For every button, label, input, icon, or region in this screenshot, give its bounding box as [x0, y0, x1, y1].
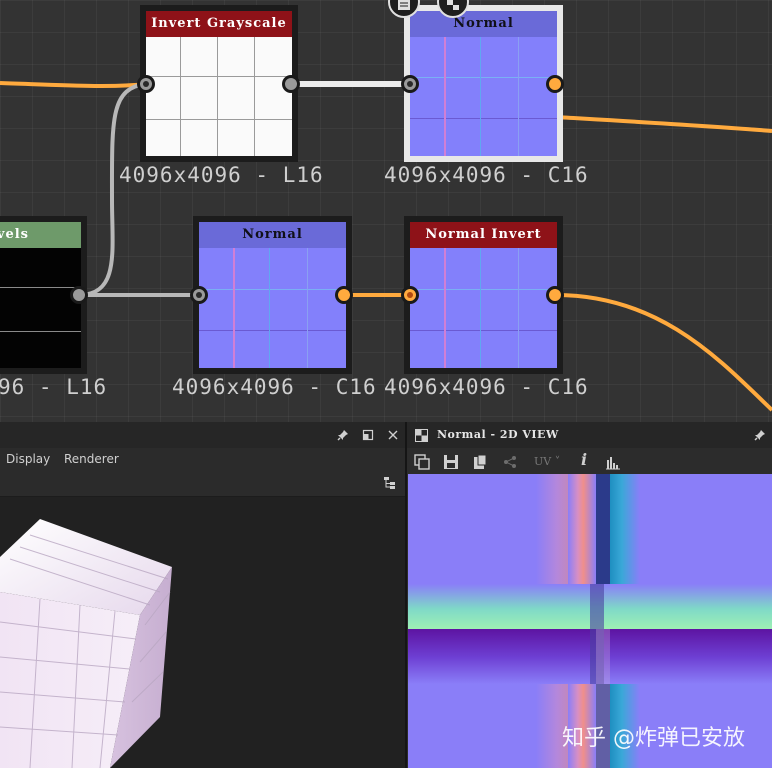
output-port[interactable]: [282, 75, 300, 93]
menu-bar: Display Renderer: [0, 448, 405, 470]
toolbar: [0, 470, 405, 497]
watermark: 知乎 @炸弹已安放: [562, 726, 745, 751]
close-icon[interactable]: [387, 429, 399, 445]
node-thumbnail: [199, 248, 346, 368]
node-info: 96 - L16: [0, 375, 108, 399]
3d-viewport[interactable]: [0, 497, 405, 768]
histogram-icon[interactable]: [605, 454, 621, 474]
node-normal-selected[interactable]: Normal: [404, 5, 563, 162]
node-title: vels: [0, 222, 81, 248]
scene-tree-icon[interactable]: [383, 476, 397, 494]
share-icon: [502, 454, 518, 474]
2d-view-panel: Normal - 2D VIEW UV ˅ i: [407, 422, 772, 768]
checker-icon[interactable]: [437, 0, 469, 18]
uv-label: UV: [534, 455, 552, 468]
node-thumbnail: [146, 37, 292, 156]
node-graph-canvas[interactable]: Invert Grayscale 4096x4096 - L16 Normal …: [0, 0, 772, 422]
node-thumbnail: [0, 248, 81, 368]
node-thumbnail: [410, 248, 557, 368]
float-icon[interactable]: [362, 429, 374, 445]
node-thumbnail: [410, 37, 557, 156]
output-port[interactable]: [546, 75, 564, 93]
gray-wire-levels-up: [78, 82, 147, 297]
3d-view-panel: Display Renderer: [0, 422, 405, 768]
node-info: 4096x4096 - C16: [384, 163, 589, 187]
node-title: Normal Invert: [410, 222, 557, 248]
tiled-cube-model: [0, 519, 172, 768]
panel-header: Normal - 2D VIEW: [407, 422, 772, 449]
info-icon[interactable]: i: [581, 452, 587, 468]
node-title: Normal: [410, 11, 557, 37]
node-list-icon[interactable]: [388, 0, 420, 18]
node-normal-invert[interactable]: Normal Invert: [404, 216, 563, 374]
panel-title: Normal - 2D VIEW: [437, 428, 559, 441]
menu-renderer[interactable]: Renderer: [64, 452, 119, 466]
input-port[interactable]: [401, 286, 419, 304]
output-port[interactable]: [335, 286, 353, 304]
panel-header: [0, 422, 405, 449]
graph-wires: [0, 81, 772, 412]
input-port[interactable]: [137, 75, 155, 93]
node-info: 4096x4096 - C16: [384, 375, 589, 399]
toolbar: UV ˅ i: [407, 448, 772, 474]
save-icon[interactable]: [443, 454, 459, 474]
node-invert-grayscale[interactable]: Invert Grayscale: [140, 5, 298, 162]
pin-icon[interactable]: [337, 429, 349, 445]
node-info: 4096x4096 - C16: [172, 375, 377, 399]
checker-icon: [415, 429, 428, 446]
output-port[interactable]: [546, 286, 564, 304]
orange-wire-top-right: [555, 115, 772, 133]
input-port[interactable]: [190, 286, 208, 304]
input-port[interactable]: [401, 75, 419, 93]
node-info: 4096x4096 - L16: [119, 163, 324, 187]
orange-wire-top-left: [0, 81, 147, 88]
output-port[interactable]: [70, 286, 88, 304]
node-normal[interactable]: Normal: [193, 216, 352, 374]
pin-icon[interactable]: [754, 429, 766, 445]
uv-dropdown: UV ˅: [534, 455, 561, 468]
clipboard-icon[interactable]: [472, 454, 488, 474]
menu-display[interactable]: Display: [6, 452, 50, 466]
copy-icon[interactable]: [414, 454, 430, 474]
node-title: Normal: [199, 222, 346, 248]
node-title: Invert Grayscale: [146, 11, 292, 37]
